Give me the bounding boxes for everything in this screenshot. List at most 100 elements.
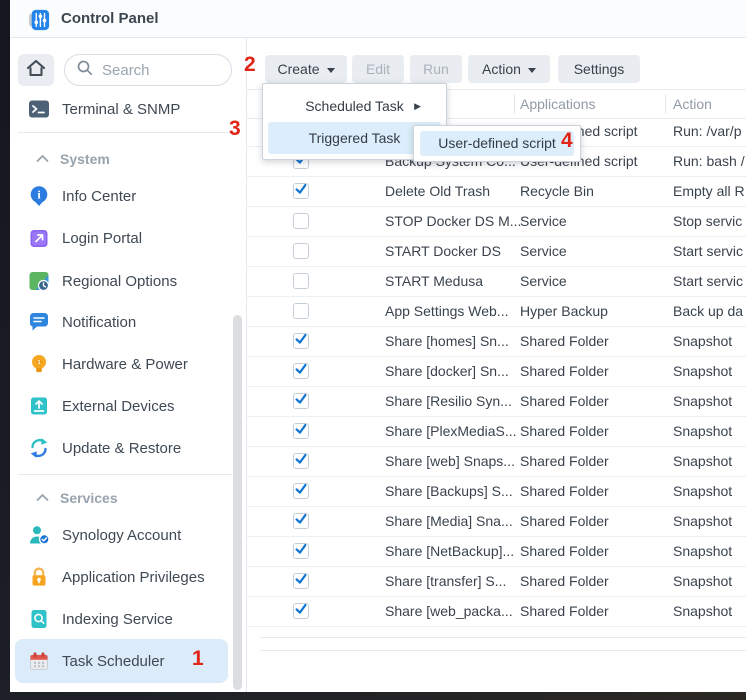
table-row[interactable]: Share [web_packa...Shared FolderSnapshot	[247, 597, 746, 627]
sidebar-item-indexing-service[interactable]: Indexing Service	[28, 606, 173, 632]
column-separator	[514, 94, 515, 114]
enabled-checkbox-checked[interactable]	[293, 483, 309, 499]
button-label: Run	[423, 61, 449, 77]
enabled-checkbox-checked[interactable]	[293, 333, 309, 349]
menu-item-label: Triggered Task	[309, 130, 401, 146]
notification-icon	[28, 311, 50, 333]
sidebar-item-terminal-snmp[interactable]: Terminal & SNMP	[28, 96, 180, 122]
enabled-checkbox-unchecked[interactable]	[293, 243, 309, 259]
app-body: Terminal & SNMP System iInfo Center Login P…	[10, 38, 746, 692]
action-cell: Snapshot	[673, 507, 746, 536]
annotation-step-1: 1	[192, 648, 204, 670]
sidebar-item-label: Update & Restore	[62, 440, 181, 457]
column-separator	[665, 94, 666, 114]
enabled-checkbox-unchecked[interactable]	[293, 303, 309, 319]
sidebar-item-label: Regional Options	[62, 273, 177, 290]
table-row[interactable]: START MedusaServiceStart servic	[247, 267, 746, 297]
sidebar-divider	[18, 474, 232, 475]
search-icon	[76, 59, 93, 81]
table-row[interactable]: Share [NetBackup]...Shared FolderSnapsho…	[247, 537, 746, 567]
menu-item-scheduled-task[interactable]: Scheduled Task▶	[268, 90, 441, 122]
check-icon	[294, 422, 308, 441]
button-label: Action	[482, 61, 521, 77]
action-cell: Snapshot	[673, 477, 746, 506]
action-button[interactable]: Action	[468, 55, 550, 83]
search-input[interactable]	[100, 61, 220, 80]
button-label: Create	[277, 61, 319, 77]
sidebar-item-login-portal[interactable]: Login Portal	[28, 225, 142, 251]
table-row[interactable]: App Settings Web...Hyper BackupBack up d…	[247, 297, 746, 327]
sidebar-item-synology-account[interactable]: Synology Account	[28, 522, 181, 548]
table-row[interactable]: Delete Old TrashRecycle BinEmpty all R	[247, 177, 746, 207]
indexing-service-icon	[28, 608, 50, 630]
edit-button[interactable]: Edit	[352, 55, 404, 83]
home-button[interactable]	[18, 54, 54, 86]
update-restore-icon	[28, 437, 50, 459]
home-icon	[25, 57, 47, 84]
enabled-checkbox-checked[interactable]	[293, 423, 309, 439]
sidebar-item-regional-options[interactable]: Regional Options	[28, 268, 177, 294]
sidebar-item-label: Application Privileges	[62, 569, 205, 586]
table-row[interactable]: Share [docker] Sn...Shared FolderSnapsho…	[247, 357, 746, 387]
sidebar-item-notification[interactable]: Notification	[28, 309, 136, 335]
column-header-applications[interactable]: Applications	[520, 90, 596, 118]
enabled-checkbox-checked[interactable]	[293, 393, 309, 409]
enabled-checkbox-checked[interactable]	[293, 183, 309, 199]
enabled-checkbox-checked[interactable]	[293, 603, 309, 619]
action-cell: Run: bash /	[673, 147, 746, 176]
action-cell: Empty all R	[673, 177, 746, 206]
check-icon	[294, 392, 308, 411]
table-row[interactable]: Share [Resilio Syn...Shared FolderSnapsh…	[247, 387, 746, 417]
search-box[interactable]	[64, 54, 232, 86]
action-cell: Start servic	[673, 267, 746, 296]
sidebar-item-info-center[interactable]: iInfo Center	[28, 183, 136, 209]
table-row[interactable]: Share [homes] Sn...Shared FolderSnapshot	[247, 327, 746, 357]
table-row[interactable]: START Docker DSServiceStart servic	[247, 237, 746, 267]
enabled-checkbox-checked[interactable]	[293, 363, 309, 379]
submenu-item-user-defined-script[interactable]: User-defined script	[420, 131, 574, 156]
annotation-step-4: 4	[561, 130, 573, 152]
check-icon	[294, 452, 308, 471]
check-icon	[294, 182, 308, 201]
enabled-checkbox-unchecked[interactable]	[293, 213, 309, 229]
enabled-checkbox-checked[interactable]	[293, 453, 309, 469]
chevron-up-icon	[36, 489, 49, 507]
task-scheduler-icon	[28, 650, 50, 672]
action-cell: Stop servic	[673, 207, 746, 236]
enabled-checkbox-checked[interactable]	[293, 573, 309, 589]
table-row[interactable]: Share [Backups] S...Shared FolderSnapsho…	[247, 477, 746, 507]
sidebar: Terminal & SNMP System iInfo Center Login P…	[10, 38, 247, 692]
sidebar-item-external-devices[interactable]: External Devices	[28, 393, 175, 419]
run-button[interactable]: Run	[410, 55, 462, 83]
caret-down-icon	[327, 68, 335, 73]
enabled-checkbox-checked[interactable]	[293, 543, 309, 559]
terminal-icon	[28, 98, 50, 120]
sidebar-item-application-privileges[interactable]: Application Privileges	[28, 564, 205, 590]
sidebar-item-label: Indexing Service	[62, 611, 173, 628]
settings-button[interactable]: Settings	[558, 55, 640, 83]
table-row[interactable]: Share [web] Snaps...Shared FolderSnapsho…	[247, 447, 746, 477]
sidebar-section-system[interactable]: System	[36, 148, 110, 170]
check-icon	[294, 332, 308, 351]
sidebar-item-label: Login Portal	[62, 230, 142, 247]
action-cell: Snapshot	[673, 567, 746, 596]
chevron-up-icon	[36, 150, 49, 168]
sidebar-scrollbar-thumb[interactable]	[233, 315, 242, 690]
create-button[interactable]: Create	[265, 55, 347, 83]
enabled-checkbox-unchecked[interactable]	[293, 273, 309, 289]
check-icon	[294, 362, 308, 381]
table-row[interactable]: Share [PlexMediaS...Shared FolderSnapsho…	[247, 417, 746, 447]
sidebar-section-services[interactable]: Services	[36, 487, 118, 509]
action-cell: Snapshot	[673, 597, 746, 626]
titlebar: Control Panel	[10, 0, 746, 38]
window-title: Control Panel	[61, 10, 159, 27]
column-header-action[interactable]: Action	[673, 90, 712, 118]
sidebar-item-hardware-power[interactable]: 1Hardware & Power	[28, 351, 188, 377]
main-pane: Create Edit Run Action Settings Applications…	[247, 38, 746, 692]
table-row[interactable]: Share [transfer] S...Shared FolderSnapsh…	[247, 567, 746, 597]
sidebar-item-update-restore[interactable]: Update & Restore	[28, 435, 181, 461]
table-row[interactable]: STOP Docker DS M...ServiceStop servic	[247, 207, 746, 237]
table-row[interactable]: Share [Media] Sna...Shared FolderSnapsho…	[247, 507, 746, 537]
regional-options-icon	[28, 270, 50, 292]
enabled-checkbox-checked[interactable]	[293, 513, 309, 529]
